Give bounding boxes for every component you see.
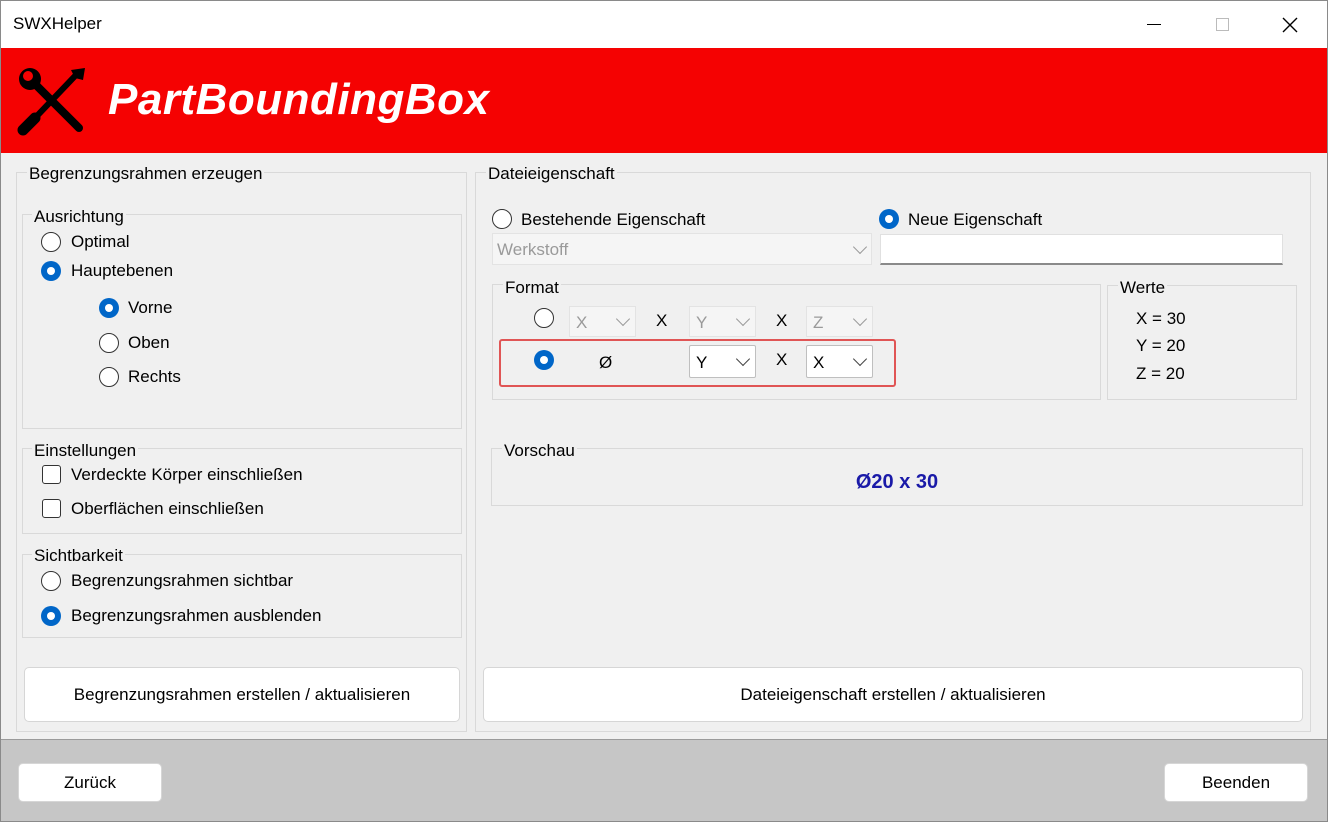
- right-panel-title: Dateieigenschaft: [486, 164, 617, 184]
- format-row1-combo3-value: Z: [813, 313, 824, 332]
- radio-hauptebenen[interactable]: [41, 261, 61, 281]
- create-bounding-box-button[interactable]: Begrenzungsrahmen erstellen / aktualisie…: [24, 667, 460, 722]
- window-title: SWXHelper: [13, 14, 102, 33]
- format-row1-separator1: X: [656, 311, 668, 330]
- label-rahmen-ausblenden: Begrenzungsrahmen ausblenden: [71, 606, 322, 625]
- radio-rahmen-sichtbar[interactable]: [41, 571, 61, 591]
- werte-x-value: X = 30: [1136, 309, 1186, 328]
- format-row2-combo1-value: Y: [696, 353, 708, 372]
- radio-format-diameter[interactable]: [534, 350, 554, 370]
- radio-neue-eigenschaft[interactable]: [879, 209, 899, 229]
- radio-oben[interactable]: [99, 333, 119, 353]
- back-button[interactable]: Zurück: [18, 763, 162, 802]
- format-row2-diameter-symbol: Ø: [599, 353, 613, 372]
- wrench-screwdriver-icon: [17, 68, 85, 136]
- radio-rahmen-ausblenden[interactable]: [41, 606, 61, 626]
- maximize-button[interactable]: [1188, 1, 1256, 48]
- title-bar: SWXHelper: [1, 1, 1327, 48]
- footer-bar: [1, 739, 1327, 821]
- banner-title: PartBoundingBox: [108, 75, 490, 124]
- einstellungen-title: Einstellungen: [32, 441, 139, 461]
- chevron-down-icon: [735, 311, 751, 327]
- label-verdeckte-koerper: Verdeckte Körper einschließen: [71, 465, 303, 484]
- minimize-button[interactable]: [1120, 1, 1188, 48]
- property-combo[interactable]: Werkstoff: [492, 233, 872, 265]
- ausrichtung-title: Ausrichtung: [32, 207, 126, 227]
- format-row1-combo2-value: Y: [696, 313, 708, 332]
- vorschau-title: Vorschau: [502, 441, 577, 461]
- vorschau-value: Ø20 x 30: [855, 471, 939, 493]
- werte-y-value: Y = 20: [1136, 336, 1186, 355]
- label-oben: Oben: [128, 333, 170, 352]
- label-rahmen-sichtbar: Begrenzungsrahmen sichtbar: [71, 571, 294, 590]
- banner: PartBoundingBox: [1, 48, 1327, 153]
- format-row2-combo2-value: X: [813, 353, 825, 372]
- radio-vorne[interactable]: [99, 298, 119, 318]
- label-rechts: Rechts: [128, 367, 181, 386]
- maximize-icon: [1215, 18, 1229, 31]
- label-neue-eigenschaft: Neue Eigenschaft: [908, 210, 1043, 229]
- checkbox-oberflaechen[interactable]: [42, 499, 61, 518]
- app-window: SWXHelper PartBoundingBox Begrenzungsrah…: [0, 0, 1328, 822]
- format-row2-combo2[interactable]: X: [806, 345, 873, 378]
- close-icon: [1282, 17, 1298, 32]
- chevron-down-icon: [852, 239, 868, 255]
- format-row1-combo3[interactable]: Z: [806, 306, 873, 337]
- label-optimal: Optimal: [71, 232, 130, 251]
- chevron-down-icon: [852, 311, 868, 327]
- format-row1-separator2: X: [776, 311, 788, 330]
- close-button[interactable]: [1256, 1, 1324, 48]
- label-oberflaechen: Oberflächen einschließen: [71, 499, 264, 518]
- format-row1-combo1-value: X: [576, 313, 588, 332]
- radio-optimal[interactable]: [41, 232, 61, 252]
- werte-title: Werte: [1118, 278, 1168, 298]
- radio-bestehende-eigenschaft[interactable]: [492, 209, 512, 229]
- left-panel-title: Begrenzungsrahmen erzeugen: [27, 164, 265, 184]
- create-file-property-button[interactable]: Dateieigenschaft erstellen / aktualisier…: [483, 667, 1303, 722]
- sichtbarkeit-title: Sichtbarkeit: [32, 546, 125, 566]
- checkbox-verdeckte-koerper[interactable]: [42, 465, 61, 484]
- minimize-icon: [1147, 24, 1161, 25]
- label-hauptebenen: Hauptebenen: [71, 261, 174, 280]
- exit-button[interactable]: Beenden: [1164, 763, 1308, 802]
- chevron-down-icon: [735, 351, 751, 367]
- label-bestehende-eigenschaft: Bestehende Eigenschaft: [521, 210, 706, 229]
- format-row2-combo1[interactable]: Y: [689, 345, 756, 378]
- radio-rechts[interactable]: [99, 367, 119, 387]
- werte-z-value: Z = 20: [1136, 364, 1185, 383]
- format-row2-separator: X: [776, 350, 788, 369]
- format-row1-combo1[interactable]: X: [569, 306, 636, 337]
- property-combo-value: Werkstoff: [497, 240, 569, 259]
- chevron-down-icon: [615, 311, 631, 327]
- new-property-input[interactable]: [880, 234, 1283, 265]
- format-row1-combo2[interactable]: Y: [689, 306, 756, 337]
- radio-format-xyz[interactable]: [534, 308, 554, 328]
- format-title: Format: [503, 278, 561, 298]
- chevron-down-icon: [852, 351, 868, 367]
- label-vorne: Vorne: [128, 298, 173, 317]
